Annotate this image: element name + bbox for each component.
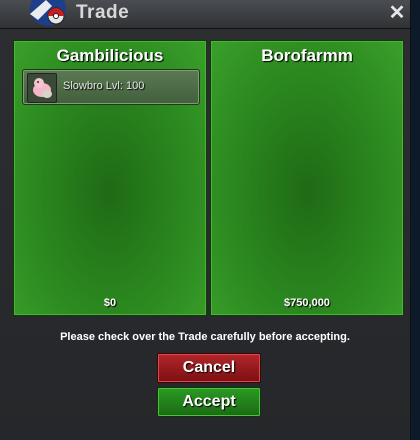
trade-window: Trade ✕ Gambilicious Slowbro Lvl: 100 $0… — [0, 0, 411, 440]
offer-panel-right: Borofarmm $750,000 — [210, 40, 404, 316]
close-icon[interactable]: ✕ — [386, 2, 408, 24]
right-money: $750,000 — [284, 297, 330, 309]
pokeball-logo-icon — [30, 0, 66, 26]
title-bar[interactable]: Trade ✕ — [0, 0, 410, 29]
offer-panel-left: Gambilicious Slowbro Lvl: 100 $0 — [13, 40, 207, 316]
background-game-strip — [411, 0, 420, 440]
item-label: Slowbro Lvl: 100 — [63, 80, 145, 92]
accept-button[interactable]: Accept — [157, 387, 261, 417]
left-player-name: Gambilicious — [56, 46, 164, 65]
trade-item-slot[interactable]: Slowbro Lvl: 100 — [22, 69, 200, 105]
cancel-button[interactable]: Cancel — [157, 353, 261, 383]
right-player-name: Borofarmm — [261, 46, 353, 65]
pokemon-icon — [27, 73, 57, 103]
trade-notice: Please check over the Trade carefully be… — [60, 331, 350, 343]
left-money: $0 — [103, 297, 117, 309]
window-title: Trade — [76, 2, 130, 23]
